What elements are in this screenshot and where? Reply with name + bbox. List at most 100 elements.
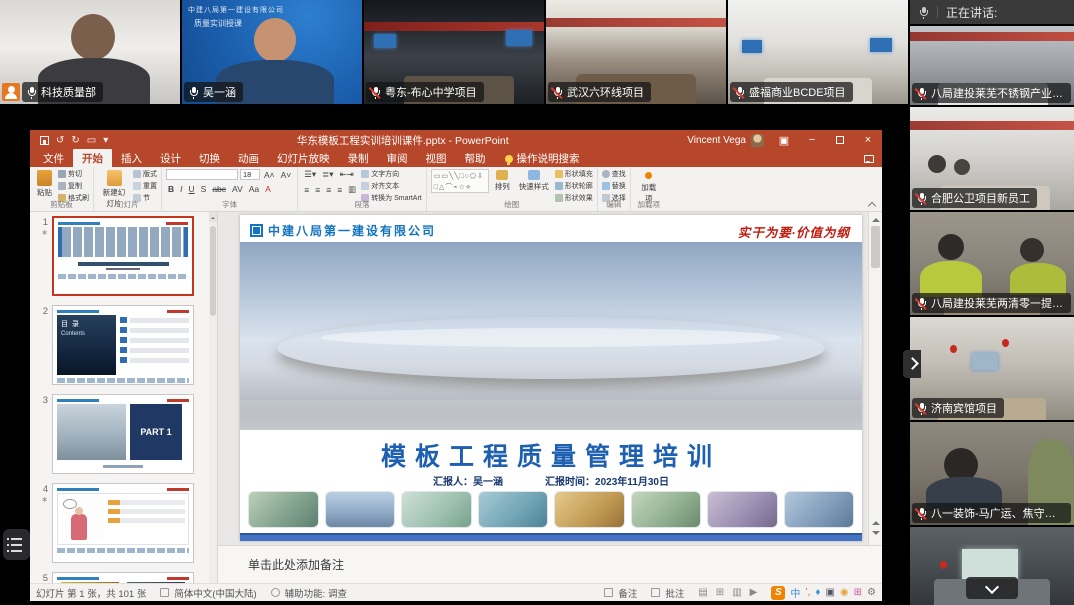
bold-button[interactable]: B bbox=[166, 184, 176, 194]
video-tile[interactable]: 粤东-布心中学项目 bbox=[364, 0, 544, 104]
close-button[interactable]: × bbox=[854, 130, 882, 150]
justify-icon[interactable]: ≡ bbox=[335, 185, 344, 195]
increase-font-icon[interactable]: A˄ bbox=[262, 170, 277, 180]
video-tile[interactable]: 盛福商业BCDE项目 bbox=[728, 0, 908, 104]
video-tile[interactable] bbox=[910, 527, 1074, 605]
tab-animations[interactable]: 动画 bbox=[229, 149, 268, 168]
ime-keyboard-icon[interactable]: ▣ bbox=[825, 587, 834, 598]
align-center-icon[interactable]: ≡ bbox=[313, 185, 322, 195]
save-icon[interactable] bbox=[40, 136, 49, 145]
previous-slide-icon[interactable] bbox=[872, 517, 880, 525]
slide-presenter-line[interactable]: 汇报人：吴一涵 汇报时间：2023年11月30日 bbox=[240, 473, 862, 488]
font-size-box[interactable]: 18 bbox=[240, 169, 260, 180]
slide-canvas[interactable]: 中建八局第一建设有限公司 实干为要·价值为纲 模板工程质量管理培训 汇报人：吴一… bbox=[240, 215, 862, 541]
account-info[interactable]: Vincent Vega bbox=[687, 134, 770, 147]
numbering-button[interactable]: ≣▾ bbox=[320, 169, 335, 180]
cut-button[interactable]: 剪切 bbox=[58, 169, 89, 179]
collapse-strip-button[interactable] bbox=[966, 577, 1018, 599]
indent-buttons[interactable]: ⇤⇥ bbox=[338, 169, 356, 180]
tab-record[interactable]: 录制 bbox=[339, 149, 378, 168]
video-tile[interactable]: 八一装饰-马广运、焦守鑫、李帝培 bbox=[910, 422, 1074, 525]
tab-help[interactable]: 帮助 bbox=[456, 149, 495, 168]
quick-styles-button[interactable]: 快速样式 bbox=[516, 169, 552, 193]
redo-icon[interactable]: ↻ bbox=[71, 135, 79, 146]
arrange-button[interactable]: 排列 bbox=[492, 169, 513, 193]
ime-logo-icon[interactable]: S bbox=[771, 586, 785, 600]
member-list-button[interactable] bbox=[3, 529, 30, 560]
find-button[interactable]: 查找 bbox=[602, 169, 626, 179]
reading-view-icon[interactable]: ▥ bbox=[732, 587, 741, 598]
notes-toggle[interactable]: 备注 bbox=[604, 586, 637, 600]
tab-file[interactable]: 文件 bbox=[34, 149, 73, 168]
shape-outline-button[interactable]: 形状轮廓 bbox=[555, 181, 593, 191]
video-tile[interactable]: 科技质量部 bbox=[0, 0, 180, 104]
video-tile[interactable]: 济南宾馆项目 bbox=[910, 317, 1074, 420]
slide-thumbnail-2[interactable]: 2 目 录Contents bbox=[36, 305, 215, 385]
tab-review[interactable]: 审阅 bbox=[378, 149, 417, 168]
restore-button[interactable] bbox=[826, 130, 854, 150]
ime-punct-icon[interactable]: ’, bbox=[805, 587, 810, 598]
scroll-thumb[interactable] bbox=[871, 226, 880, 268]
ime-lang-icon[interactable]: 中 bbox=[790, 585, 800, 600]
collapse-ribbon-icon[interactable] bbox=[868, 200, 876, 208]
slideshow-view-icon[interactable]: ▶ bbox=[750, 587, 758, 598]
minimize-button[interactable]: − bbox=[798, 130, 826, 150]
thumbnail-scrollbar[interactable] bbox=[209, 212, 217, 583]
tell-me-search[interactable]: 操作说明搜索 bbox=[505, 151, 580, 166]
normal-view-icon[interactable]: ▤ bbox=[698, 587, 707, 598]
slide-slogan[interactable]: 实干为要·价值为纲 bbox=[738, 222, 850, 241]
text-shadow-button[interactable]: S bbox=[199, 184, 209, 194]
tab-view[interactable]: 视图 bbox=[417, 149, 456, 168]
video-tile[interactable]: 武汉六环线项目 bbox=[546, 0, 726, 104]
bullets-button[interactable]: ☰▾ bbox=[302, 169, 318, 180]
slide-hero-photo[interactable] bbox=[240, 242, 862, 430]
language-status[interactable]: 简体中文(中国大陆) bbox=[160, 586, 256, 600]
tab-insert[interactable]: 插入 bbox=[112, 149, 151, 168]
strikethrough-button[interactable]: abc bbox=[210, 184, 228, 194]
slide-company-header[interactable]: 中建八局第一建设有限公司 bbox=[250, 222, 436, 239]
qat-customize-icon[interactable]: ▾ bbox=[103, 135, 108, 146]
slide-thumbnail-1[interactable]: 1∗ bbox=[36, 216, 215, 296]
layout-button[interactable]: 版式 bbox=[133, 169, 157, 179]
shapes-gallery[interactable]: ▭▭╲╲□○⬠⇩□△⌒⌁☆⟡ bbox=[431, 169, 489, 193]
align-right-icon[interactable]: ≡ bbox=[324, 185, 333, 195]
tab-design[interactable]: 设计 bbox=[151, 149, 190, 168]
font-color-button[interactable]: A bbox=[263, 184, 273, 194]
start-slideshow-icon[interactable]: ▭ bbox=[87, 135, 96, 146]
slide-thumbnail-5[interactable]: 5 bbox=[36, 572, 215, 583]
undo-icon[interactable]: ↺ bbox=[56, 135, 64, 146]
italic-button[interactable]: I bbox=[178, 184, 184, 194]
copy-button[interactable]: 复制 bbox=[58, 181, 89, 191]
video-tile[interactable]: 八局建投莱芜不锈钢产业园项目 bbox=[910, 26, 1074, 105]
shape-fill-button[interactable]: 形状填充 bbox=[555, 169, 593, 179]
notes-pane[interactable]: 单击此处添加备注 bbox=[218, 545, 882, 583]
ime-emoji-icon[interactable]: ◉ bbox=[840, 587, 849, 598]
ribbon-display-options-button[interactable]: ▣ bbox=[770, 130, 798, 150]
next-slide-icon[interactable] bbox=[872, 531, 880, 539]
ime-mic-icon[interactable]: ♦ bbox=[815, 587, 820, 598]
scroll-up-icon[interactable] bbox=[872, 214, 880, 222]
accessibility-status[interactable]: 辅助功能: 调查 bbox=[271, 586, 347, 600]
expand-panel-button[interactable] bbox=[903, 350, 921, 378]
comments-icon[interactable] bbox=[864, 155, 874, 163]
slide-thumbnail-3[interactable]: 3 PART 1 bbox=[36, 394, 215, 474]
video-tile[interactable]: 八局建投莱芜两清零一提标项目 bbox=[910, 212, 1074, 315]
slide-thumbnail-4[interactable]: 4∗ bbox=[36, 483, 215, 563]
character-spacing-button[interactable]: AV bbox=[230, 184, 245, 194]
align-left-icon[interactable]: ≡ bbox=[302, 185, 311, 195]
paste-button[interactable]: 粘贴 bbox=[34, 169, 55, 199]
ime-settings-icon[interactable]: ⚙ bbox=[867, 587, 876, 598]
underline-button[interactable]: U bbox=[187, 184, 197, 194]
columns-icon[interactable]: ▥ bbox=[346, 184, 358, 195]
font-name-box[interactable] bbox=[166, 169, 238, 180]
ime-toolbox-icon[interactable]: ⊞ bbox=[854, 587, 862, 598]
change-case-button[interactable]: Aa bbox=[247, 184, 261, 194]
text-direction-button[interactable]: 文字方向 bbox=[361, 169, 422, 179]
replace-button[interactable]: 替换 bbox=[602, 181, 626, 191]
slide-sorter-icon[interactable]: ⊞ bbox=[716, 587, 724, 598]
align-text-button[interactable]: 对齐文本 bbox=[361, 181, 422, 191]
slide-scrollbar[interactable] bbox=[868, 212, 882, 545]
decrease-font-icon[interactable]: A˅ bbox=[279, 170, 294, 180]
comments-toggle[interactable]: 批注 bbox=[651, 586, 684, 600]
video-tile[interactable]: 中建八局第一建设有限公司 质量实训授课 吴一涵 bbox=[182, 0, 362, 104]
